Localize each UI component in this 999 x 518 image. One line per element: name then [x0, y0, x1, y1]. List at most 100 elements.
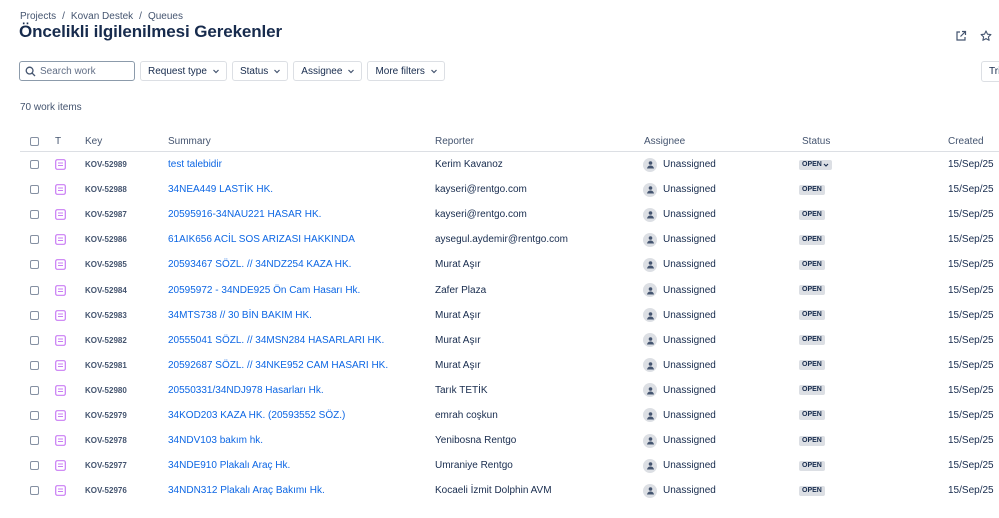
row-key[interactable]: KOV-52979: [85, 403, 127, 428]
row-checkbox[interactable]: [30, 353, 39, 378]
row-summary-link[interactable]: test talebidir: [168, 152, 222, 177]
search-input[interactable]: [40, 65, 130, 77]
row-key[interactable]: KOV-52986: [85, 227, 127, 252]
status-filter[interactable]: Status: [231, 61, 289, 81]
row-summary-link[interactable]: 34NDN312 Plakalı Araç Bakımı Hk.: [168, 478, 325, 503]
breadcrumb-projects[interactable]: Projects: [20, 11, 56, 22]
row-summary-link[interactable]: 20550331/34NDJ978 Hasarları Hk.: [168, 378, 324, 403]
row-checkbox[interactable]: [30, 403, 39, 428]
table-row[interactable]: KOV-52987 20595916-34NAU221 HASAR HK. kays…: [20, 202, 999, 227]
table-row[interactable]: KOV-52982 20555041 SÖZL. // 34MSN284 HASA…: [20, 328, 999, 353]
row-status[interactable]: OPEN: [799, 303, 825, 328]
row-status[interactable]: OPEN: [799, 177, 825, 202]
row-summary-link[interactable]: 20592687 SÖZL. // 34NKE952 CAM HASARI HK…: [168, 353, 388, 378]
table-row[interactable]: KOV-52977 34NDE910 Plakalı Araç Hk. Umrani…: [20, 453, 999, 478]
table-row[interactable]: KOV-52980 20550331/34NDJ978 Hasarları Hk.…: [20, 378, 999, 403]
triage-button[interactable]: Tri: [981, 61, 999, 82]
row-checkbox[interactable]: [30, 453, 39, 478]
row-checkbox[interactable]: [30, 328, 39, 353]
star-button[interactable]: [976, 26, 996, 46]
row-status[interactable]: OPEN: [799, 403, 825, 428]
row-key[interactable]: KOV-52981: [85, 353, 127, 378]
row-status[interactable]: OPEN: [799, 378, 825, 403]
column-header-status[interactable]: Status: [802, 136, 830, 147]
row-key[interactable]: KOV-52978: [85, 428, 127, 453]
row-summary-link[interactable]: 61AIK656 ACİL SOS ARIZASI HAKKINDA: [168, 227, 355, 252]
row-key[interactable]: KOV-52976: [85, 478, 127, 503]
row-key[interactable]: KOV-52984: [85, 277, 127, 302]
row-checkbox[interactable]: [30, 177, 39, 202]
row-assignee[interactable]: Unassigned: [643, 378, 716, 403]
row-checkbox[interactable]: [30, 428, 39, 453]
row-checkbox[interactable]: [30, 252, 39, 277]
search-box[interactable]: [19, 61, 135, 81]
row-checkbox[interactable]: [30, 227, 39, 252]
status-badge[interactable]: OPEN: [799, 385, 825, 396]
row-assignee[interactable]: Unassigned: [643, 152, 716, 177]
column-header-assignee[interactable]: Assignee: [644, 136, 685, 147]
status-badge[interactable]: OPEN: [799, 435, 825, 446]
row-checkbox[interactable]: [30, 277, 39, 302]
row-assignee[interactable]: Unassigned: [643, 177, 716, 202]
table-row[interactable]: KOV-52983 34MTS738 // 30 BİN BAKIM HK. Mur…: [20, 303, 999, 328]
row-key[interactable]: KOV-52988: [85, 177, 127, 202]
column-header-type[interactable]: T: [55, 136, 61, 147]
row-checkbox[interactable]: [30, 378, 39, 403]
row-status[interactable]: OPEN: [799, 202, 825, 227]
table-row[interactable]: KOV-52989 test talebidir Kerim Kavanoz Unas…: [20, 152, 999, 177]
row-status[interactable]: OPEN: [799, 227, 825, 252]
row-summary-link[interactable]: 20595972 - 34NDE925 Ön Cam Hasarı Hk.: [168, 277, 360, 302]
row-assignee[interactable]: Unassigned: [643, 478, 716, 503]
row-assignee[interactable]: Unassigned: [643, 252, 716, 277]
row-summary-link[interactable]: 34NDE910 Plakalı Araç Hk.: [168, 453, 290, 478]
table-row[interactable]: KOV-52978 34NDV103 bakım hk. Yenibosna Ren…: [20, 428, 999, 453]
row-status[interactable]: OPEN: [799, 428, 825, 453]
table-row[interactable]: KOV-52981 20592687 SÖZL. // 34NKE952 CAM …: [20, 353, 999, 378]
row-summary-link[interactable]: 20555041 SÖZL. // 34MSN284 HASARLARI HK.: [168, 328, 384, 353]
table-row[interactable]: KOV-52984 20595972 - 34NDE925 Ön Cam Hasa…: [20, 277, 999, 302]
row-assignee[interactable]: Unassigned: [643, 453, 716, 478]
row-summary-link[interactable]: 34NEA449 LASTİK HK.: [168, 177, 273, 202]
column-header-key[interactable]: Key: [85, 136, 102, 147]
table-row[interactable]: KOV-52988 34NEA449 LASTİK HK. kayseri@rent…: [20, 177, 999, 202]
row-key[interactable]: KOV-52977: [85, 453, 127, 478]
row-key[interactable]: KOV-52989: [85, 152, 127, 177]
table-row[interactable]: KOV-52979 34KOD203 KAZA HK. (20593552 SÖZ…: [20, 403, 999, 428]
status-badge[interactable]: OPEN: [799, 285, 825, 296]
table-row[interactable]: KOV-52985 20593467 SÖZL. // 34NDZ254 KAZA…: [20, 252, 999, 277]
row-status[interactable]: OPEN: [799, 453, 825, 478]
status-badge[interactable]: OPEN: [799, 234, 825, 245]
row-status[interactable]: OPEN: [799, 328, 825, 353]
row-assignee[interactable]: Unassigned: [643, 403, 716, 428]
row-key[interactable]: KOV-52985: [85, 252, 127, 277]
row-summary-link[interactable]: 20593467 SÖZL. // 34NDZ254 KAZA HK.: [168, 252, 351, 277]
row-status[interactable]: OPEN: [799, 353, 825, 378]
row-summary-link[interactable]: 20595916-34NAU221 HASAR HK.: [168, 202, 321, 227]
column-header-created[interactable]: Created: [948, 136, 984, 147]
row-assignee[interactable]: Unassigned: [643, 303, 716, 328]
status-badge[interactable]: OPEN: [799, 310, 825, 321]
status-badge[interactable]: OPEN: [799, 335, 825, 346]
row-checkbox[interactable]: [30, 202, 39, 227]
row-status[interactable]: OPEN: [799, 277, 825, 302]
table-row[interactable]: KOV-52976 34NDN312 Plakalı Araç Bakımı Hk…: [20, 478, 999, 503]
assignee-filter[interactable]: Assignee: [293, 61, 363, 81]
row-key[interactable]: KOV-52987: [85, 202, 127, 227]
row-checkbox[interactable]: [30, 478, 39, 503]
row-status[interactable]: OPEN: [799, 478, 825, 503]
status-badge[interactable]: OPEN: [799, 159, 832, 170]
breadcrumb-kovan-destek[interactable]: Kovan Destek: [71, 11, 133, 22]
status-badge[interactable]: OPEN: [799, 259, 825, 270]
status-badge[interactable]: OPEN: [799, 184, 825, 195]
select-all-checkbox[interactable]: [30, 137, 39, 146]
status-badge[interactable]: OPEN: [799, 410, 825, 421]
row-summary-link[interactable]: 34KOD203 KAZA HK. (20593552 SÖZ.): [168, 403, 345, 428]
row-summary-link[interactable]: 34MTS738 // 30 BİN BAKIM HK.: [168, 303, 312, 328]
row-key[interactable]: KOV-52983: [85, 303, 127, 328]
row-assignee[interactable]: Unassigned: [643, 202, 716, 227]
status-badge[interactable]: OPEN: [799, 460, 825, 471]
more-filters-button[interactable]: More filters: [367, 61, 445, 81]
status-badge[interactable]: OPEN: [799, 360, 825, 371]
row-checkbox[interactable]: [30, 303, 39, 328]
row-assignee[interactable]: Unassigned: [643, 353, 716, 378]
